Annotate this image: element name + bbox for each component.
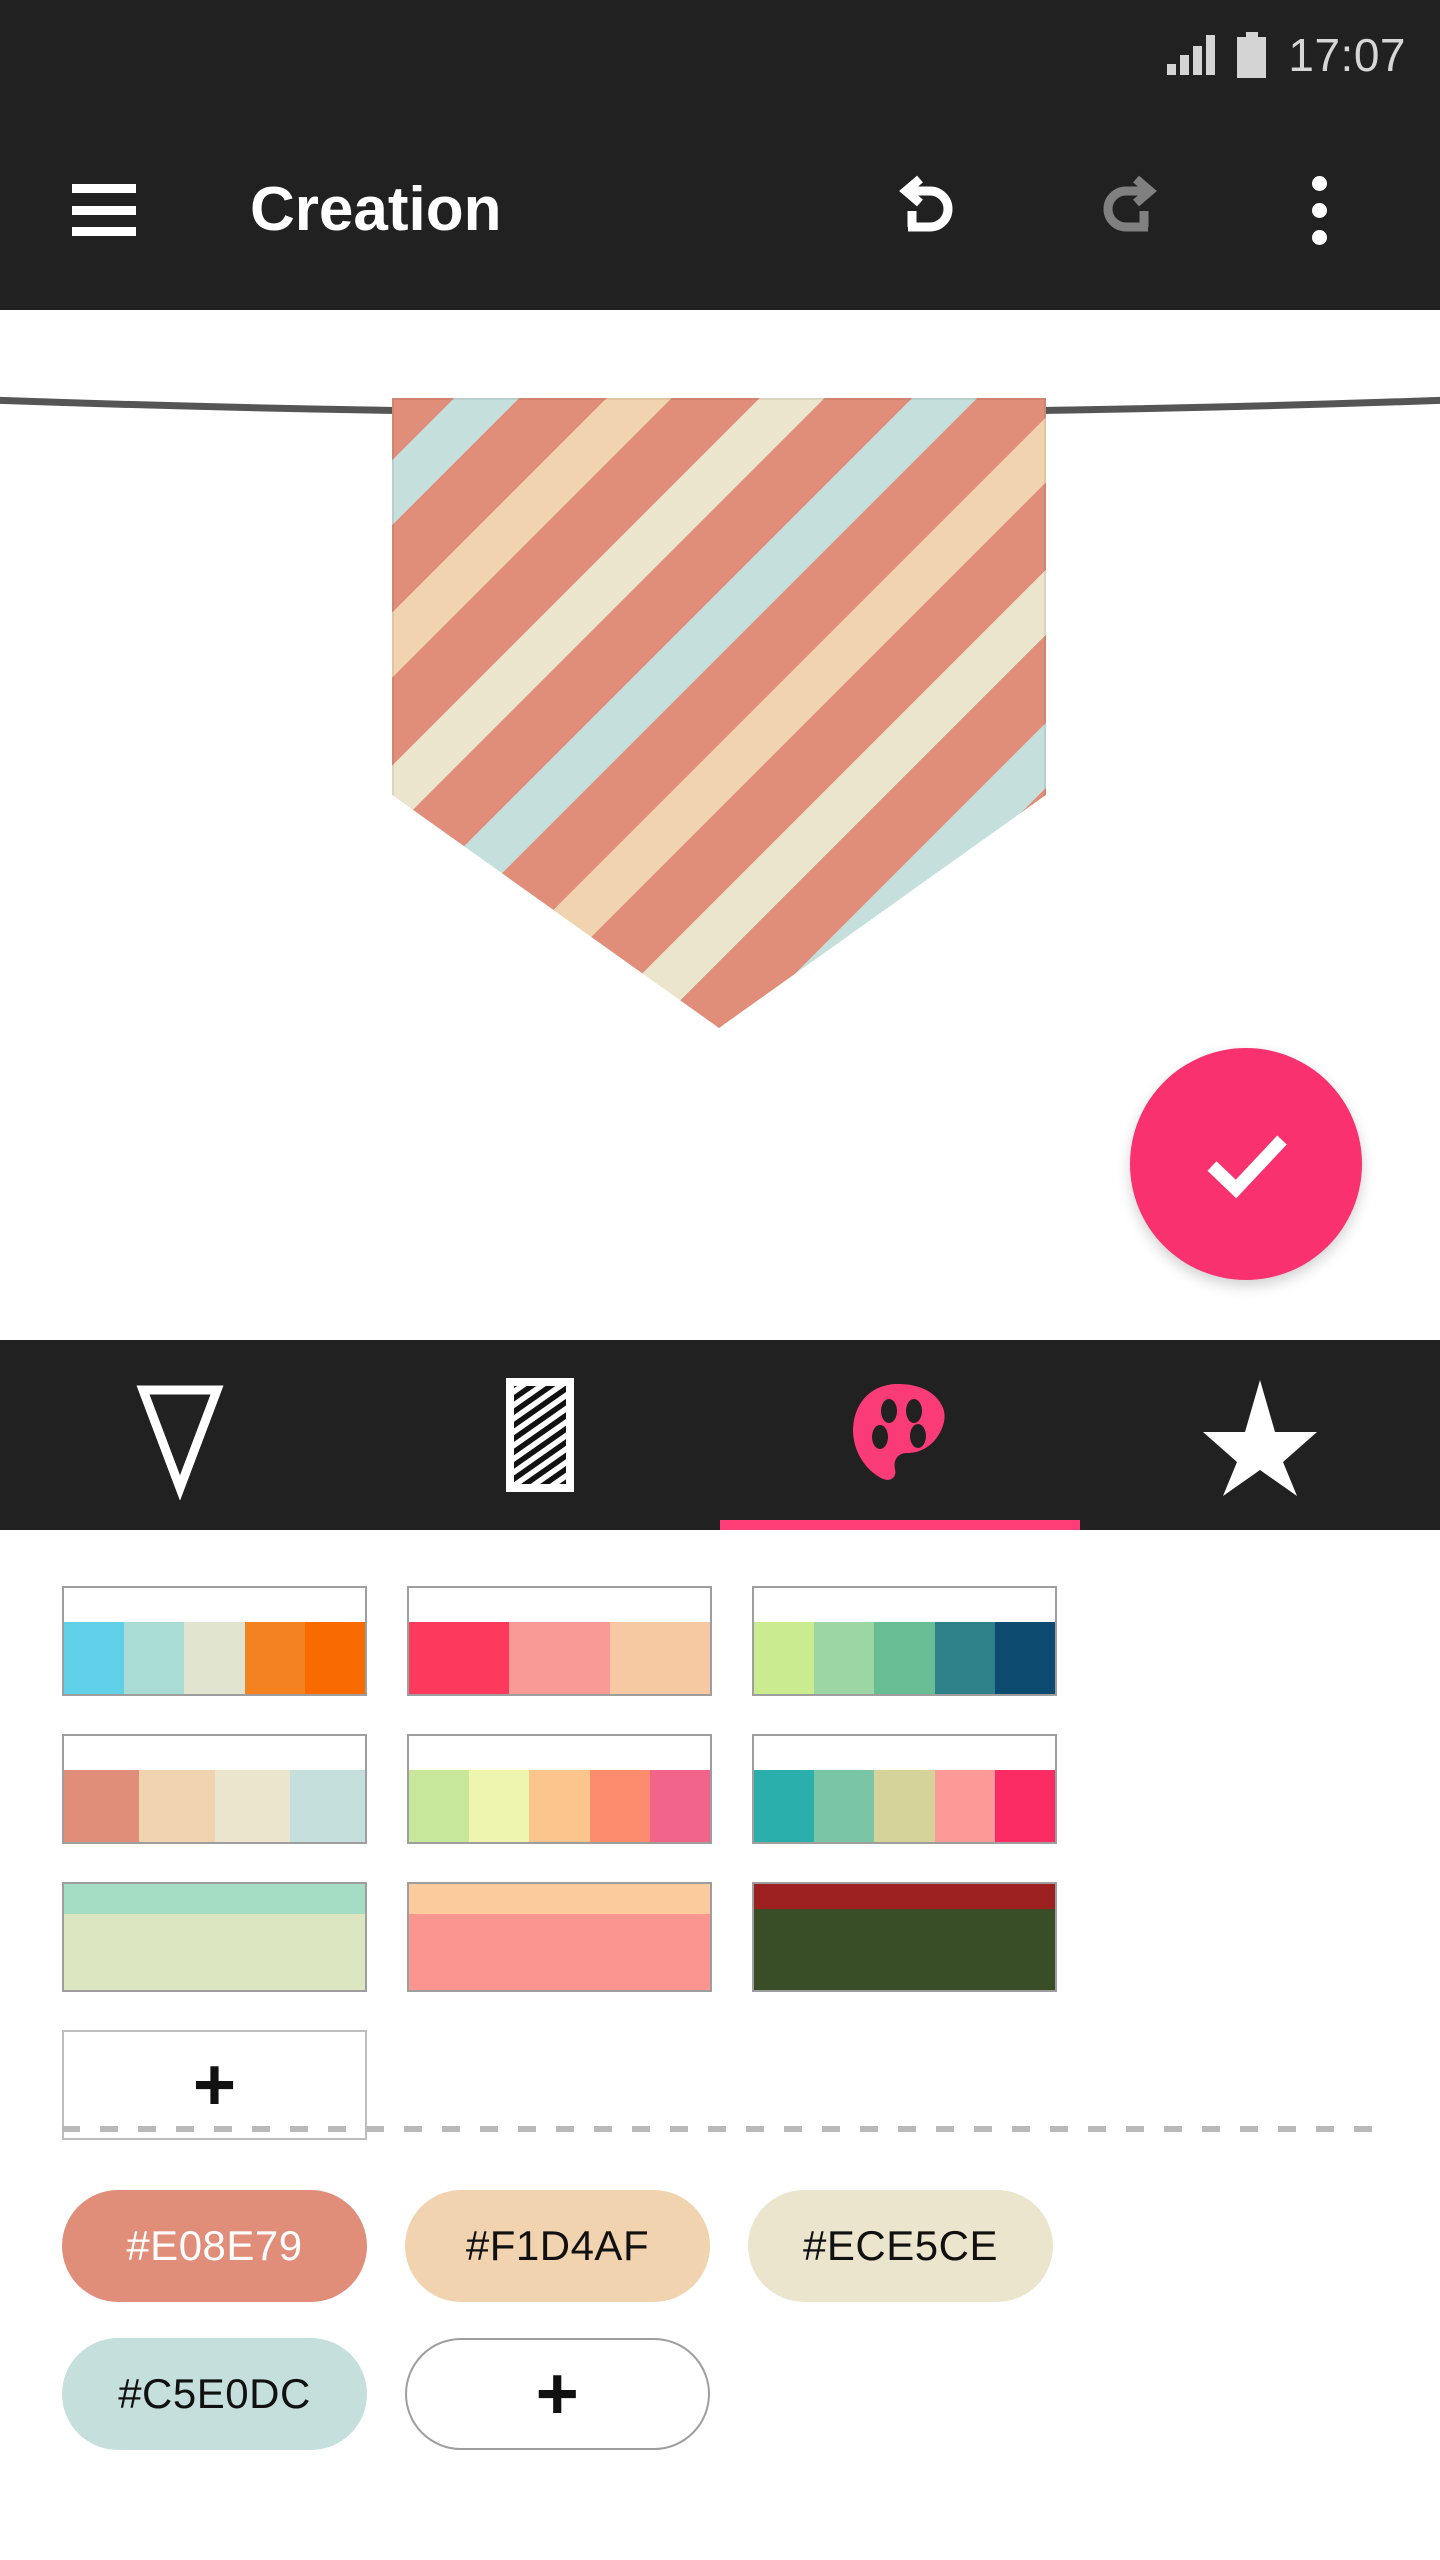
app-root: 17:07 Creation + #E08E79 #F1D4AF #ECE5CE… xyxy=(0,0,1440,2560)
pennant-outline xyxy=(392,398,1046,1028)
star-icon xyxy=(1203,1380,1317,1496)
plus-icon: + xyxy=(535,2352,580,2436)
status-bar: 17:07 xyxy=(0,0,1440,110)
color-chip-label: #ECE5CE xyxy=(803,2222,998,2269)
tab-colors[interactable] xyxy=(720,1340,1080,1530)
pennant-banner[interactable] xyxy=(392,398,1046,1028)
color-chip-label: #C5E0DC xyxy=(118,2370,311,2417)
color-chip-grid: #E08E79 #F1D4AF #ECE5CE #C5E0DC + xyxy=(62,2190,1392,2450)
pennant-shape-icon xyxy=(136,1385,224,1500)
palette-swatch[interactable] xyxy=(752,1586,1057,1696)
check-icon xyxy=(1207,1135,1287,1199)
tab-favorites[interactable] xyxy=(1080,1340,1440,1530)
more-vertical-icon[interactable] xyxy=(1274,165,1364,255)
color-chip[interactable]: #E08E79 xyxy=(62,2190,367,2302)
color-chip[interactable]: #C5E0DC xyxy=(62,2338,367,2450)
add-color-button[interactable]: + xyxy=(405,2338,710,2450)
stripe-pattern-icon xyxy=(506,1378,574,1492)
tab-shape[interactable] xyxy=(0,1340,360,1530)
palette-swatch[interactable] xyxy=(407,1882,712,1992)
add-palette-button[interactable]: + xyxy=(62,2030,367,2140)
palette-swatch[interactable] xyxy=(407,1734,712,1844)
section-divider xyxy=(62,2126,1380,2132)
redo-icon[interactable] xyxy=(1080,165,1170,255)
plus-icon: + xyxy=(192,2043,237,2127)
tab-active-indicator xyxy=(720,1520,1080,1530)
palette-swatch[interactable] xyxy=(62,1734,367,1844)
signal-bars-icon xyxy=(1167,35,1216,75)
palette-swatch[interactable] xyxy=(62,1882,367,1992)
palette-swatch[interactable] xyxy=(752,1882,1057,1992)
color-chip[interactable]: #F1D4AF xyxy=(405,2190,710,2302)
pennant-stripes xyxy=(392,398,1046,1028)
hamburger-menu-icon[interactable] xyxy=(72,184,136,236)
color-chip-label: #E08E79 xyxy=(126,2222,303,2269)
status-bar-clock: 17:07 xyxy=(1288,29,1406,81)
undo-icon[interactable] xyxy=(886,165,976,255)
battery-full-icon xyxy=(1237,32,1267,78)
tab-pattern[interactable] xyxy=(360,1340,720,1530)
confirm-fab-button[interactable] xyxy=(1130,1048,1362,1280)
app-bar-actions xyxy=(886,165,1364,255)
app-bar: Creation xyxy=(0,110,1440,310)
palette-swatch[interactable] xyxy=(407,1586,712,1696)
color-chip-label: #F1D4AF xyxy=(465,2222,650,2269)
palette-swatch[interactable] xyxy=(752,1734,1057,1844)
palette-swatch[interactable] xyxy=(62,1586,367,1696)
palette-icon xyxy=(853,1384,945,1480)
status-bar-right: 17:07 xyxy=(1167,32,1406,78)
color-chip[interactable]: #ECE5CE xyxy=(748,2190,1053,2302)
palette-swatch-grid: + xyxy=(62,1586,1382,2140)
editor-tab-bar xyxy=(0,1340,1440,1530)
page-title: Creation xyxy=(250,175,502,244)
palette-panel: + #E08E79 #F1D4AF #ECE5CE #C5E0DC + xyxy=(0,1530,1440,2560)
